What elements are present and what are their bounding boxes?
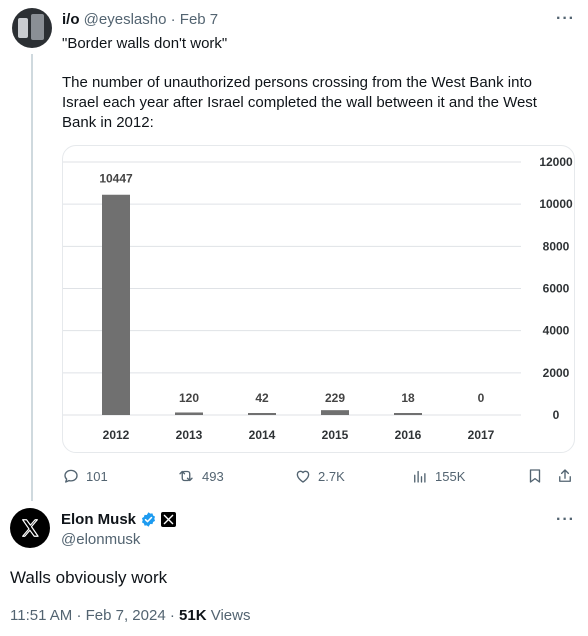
bar	[102, 194, 130, 415]
bar-chart: 0 2000 4000 6000 8000 10000 12000 10447 2012 120 2…	[63, 155, 573, 442]
tweet-text-line-4: Bank in 2012:	[62, 114, 154, 131]
bar	[248, 413, 276, 415]
heart-icon	[296, 470, 310, 483]
bookmark-button[interactable]	[526, 467, 544, 485]
separator-dot: ·	[76, 607, 82, 624]
thread-line	[31, 54, 33, 501]
x-tick-label: 2015	[322, 428, 349, 442]
share-button[interactable]	[556, 467, 574, 485]
bar	[321, 410, 349, 415]
author-name[interactable]: i/o	[62, 11, 80, 28]
x-tick-label: 2017	[468, 428, 495, 442]
views-count: 155K	[435, 468, 466, 484]
x-tick-label: 2013	[176, 428, 203, 442]
main-handle[interactable]: @elonmusk	[61, 531, 140, 548]
x-tick-label: 2012	[103, 428, 130, 442]
data-label: 120	[179, 391, 199, 405]
author-name[interactable]: Elon Musk	[61, 511, 136, 528]
repost-count: 493	[202, 468, 224, 484]
bookmark-icon	[529, 469, 541, 483]
tweet-date[interactable]: Feb 7	[180, 11, 218, 28]
tweet-meta: 11:51 AM · Feb 7, 2024 · 51K Views	[10, 607, 250, 624]
y-tick-label: 10000	[539, 197, 573, 211]
reply-icon	[64, 469, 78, 483]
chart-image-card[interactable]: 0 2000 4000 6000 8000 10000 12000 10447 2012 120 2…	[62, 145, 575, 453]
data-label: 10447	[99, 172, 133, 186]
separator-dot: ·	[169, 607, 175, 624]
y-tick-label: 4000	[543, 324, 570, 338]
like-count: 2.7K	[318, 468, 345, 484]
tweet-date[interactable]: Feb 7, 2024	[86, 607, 166, 624]
eyeslasho-avatar[interactable]	[12, 8, 52, 48]
verified-badge-icon	[141, 512, 156, 527]
y-tick-label: 8000	[543, 239, 570, 253]
views-count: 51K	[179, 607, 207, 624]
main-author: Elon Musk	[61, 511, 177, 528]
separator-dot: ·	[170, 11, 176, 28]
y-tick-label: 2000	[543, 366, 570, 380]
repost-icon	[179, 470, 193, 482]
views-label: Views	[210, 607, 251, 624]
more-options-button[interactable]: ···	[556, 10, 575, 28]
x-logo-icon	[22, 519, 39, 537]
more-options-button-main[interactable]: ···	[556, 511, 575, 529]
x-tick-label: 2016	[395, 428, 422, 442]
author-handle[interactable]: @eyeslasho	[84, 11, 167, 28]
repost-button[interactable]: 493	[176, 467, 224, 485]
main-tweet-text: Walls obviously work	[10, 568, 168, 587]
x-affiliation-icon	[161, 512, 177, 527]
x-tick-label: 2014	[249, 428, 276, 442]
tweet-time[interactable]: 11:51 AM	[10, 607, 72, 624]
tweet-text-line-1: "Border walls don't work"	[62, 35, 228, 52]
elon-avatar[interactable]	[10, 508, 50, 548]
quoted-tweet-header: i/o @eyeslasho · Feb 7	[62, 11, 218, 28]
data-label: 229	[325, 391, 345, 405]
like-button[interactable]: 2.7K	[294, 467, 345, 485]
reply-button[interactable]: 101	[62, 467, 108, 485]
y-tick-label: 0	[553, 408, 560, 422]
views-button[interactable]: 155K	[411, 467, 465, 485]
data-label: 42	[255, 391, 269, 405]
reply-count: 101	[86, 468, 108, 484]
share-icon	[559, 469, 571, 482]
views-chart-icon	[414, 470, 426, 483]
bar	[394, 413, 422, 415]
tweet-text-line-3: Israel each year after Israel completed …	[62, 94, 537, 111]
tweet-text-line-2: The number of unauthorized persons cross…	[62, 74, 532, 91]
y-tick-label: 12000	[539, 155, 573, 169]
data-label: 18	[401, 391, 415, 405]
data-label: 0	[478, 391, 485, 405]
y-tick-label: 6000	[543, 282, 570, 296]
bar	[175, 412, 203, 415]
